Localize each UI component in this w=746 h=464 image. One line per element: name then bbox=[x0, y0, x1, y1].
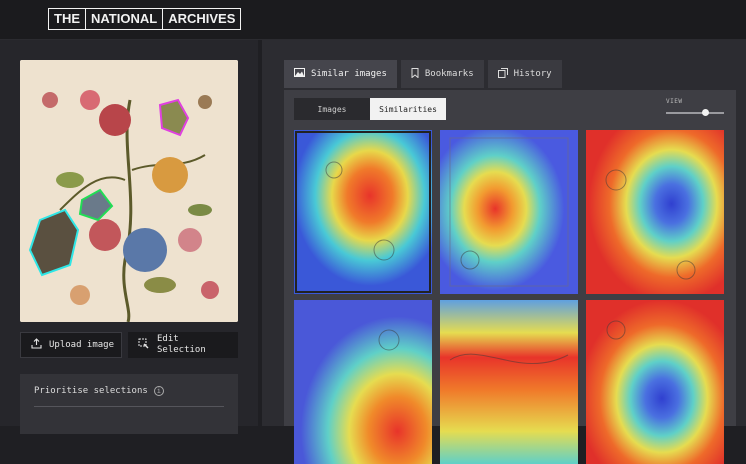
heatmap-image bbox=[586, 300, 724, 464]
info-icon[interactable]: i bbox=[153, 386, 164, 396]
result-tile[interactable] bbox=[440, 130, 578, 294]
tab-similar-images[interactable]: Similar images bbox=[284, 60, 397, 88]
view-label: VIEW bbox=[666, 98, 683, 105]
toggle-similarities[interactable]: Similarities bbox=[370, 98, 446, 120]
tab-history-label: History bbox=[513, 69, 552, 79]
result-tile[interactable] bbox=[294, 300, 432, 464]
logo-word-3: ARCHIVES bbox=[162, 9, 240, 29]
source-image[interactable] bbox=[20, 60, 238, 322]
result-tile[interactable] bbox=[586, 130, 724, 294]
prioritise-title: Prioritise selections i bbox=[34, 386, 164, 396]
toggle-images[interactable]: Images bbox=[294, 98, 370, 120]
result-tile[interactable] bbox=[294, 130, 432, 294]
prioritise-selections-panel: Prioritise selections i bbox=[20, 374, 238, 434]
edit-label-line2: Selection bbox=[157, 345, 206, 355]
view-slider-knob[interactable] bbox=[702, 109, 709, 116]
upload-image-label: Upload image bbox=[49, 340, 115, 350]
tab-bookmarks[interactable]: Bookmarks bbox=[400, 60, 484, 88]
edit-selection-icon bbox=[138, 338, 149, 352]
heatmap-image bbox=[440, 300, 578, 464]
heatmap-image bbox=[294, 300, 432, 464]
bookmark-icon bbox=[411, 67, 419, 81]
prioritise-label: Prioritise selections bbox=[34, 386, 148, 396]
heatmap-image bbox=[440, 130, 578, 294]
result-tile[interactable] bbox=[586, 300, 724, 464]
similar-images-panel: Images Similarities VIEW bbox=[284, 90, 736, 464]
image-icon bbox=[294, 68, 305, 80]
heatmap-image bbox=[294, 130, 432, 294]
divider bbox=[34, 406, 224, 407]
upload-image-button[interactable]: Upload image bbox=[20, 332, 122, 358]
view-mode-toggle: Images Similarities bbox=[294, 98, 446, 120]
logo-word-1: THE bbox=[54, 11, 80, 26]
tab-similar-images-label: Similar images bbox=[311, 69, 387, 79]
upload-icon bbox=[31, 338, 42, 352]
logo-word-2: NATIONAL bbox=[85, 9, 162, 29]
edit-selection-button[interactable]: Edit Selection bbox=[128, 332, 238, 358]
results-area: Similar images Bookmarks History Images … bbox=[262, 40, 746, 464]
tab-bookmarks-label: Bookmarks bbox=[424, 69, 474, 79]
edit-selection-label: Edit Selection bbox=[157, 334, 206, 356]
floral-textile-image bbox=[20, 60, 238, 322]
national-archives-logo[interactable]: THE NATIONAL ARCHIVES bbox=[48, 8, 242, 30]
top-bar: THE NATIONAL ARCHIVES bbox=[0, 0, 746, 40]
history-icon bbox=[497, 67, 508, 81]
left-panel: Upload image Edit Selection Prioritise s… bbox=[0, 40, 258, 434]
result-tabs: Similar images Bookmarks History bbox=[284, 60, 562, 88]
edit-label-line1: Edit bbox=[157, 334, 179, 344]
result-tile[interactable] bbox=[440, 300, 578, 464]
heatmap-image bbox=[586, 130, 724, 294]
view-slider[interactable] bbox=[666, 109, 724, 116]
tab-history[interactable]: History bbox=[487, 60, 562, 88]
